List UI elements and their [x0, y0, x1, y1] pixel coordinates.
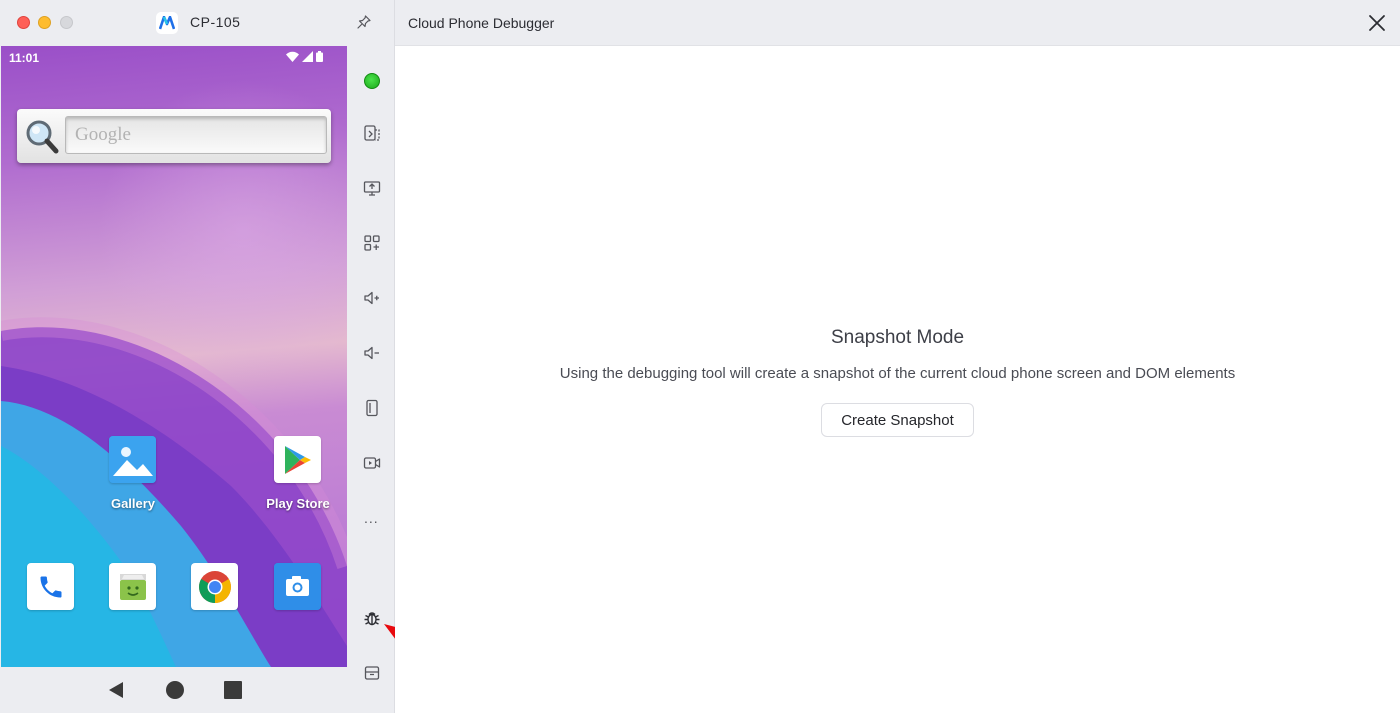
gallery-app-icon[interactable] [109, 436, 156, 483]
phone-titlebar: CP-105 [0, 0, 395, 46]
window-minimize-button[interactable] [38, 16, 51, 29]
cloud-phone-window: CP-105 11:01 Google Gallery Play Store .… [0, 0, 395, 713]
volume-up-icon[interactable] [362, 288, 382, 308]
close-icon[interactable] [1368, 14, 1386, 32]
google-search-widget[interactable]: Google [17, 109, 331, 163]
battery-icon [316, 51, 323, 62]
window-close-button[interactable] [17, 16, 30, 29]
wifi-icon [286, 51, 299, 62]
app-logo-icon [156, 12, 178, 34]
gallery-app-label: Gallery [110, 496, 156, 511]
phone-toolbar [349, 46, 395, 713]
chrome-icon [198, 570, 231, 603]
camera-app-icon[interactable] [274, 563, 321, 610]
window-zoom-button[interactable] [60, 16, 73, 29]
screen-record-icon[interactable] [362, 453, 382, 473]
magnifier-icon [26, 120, 59, 154]
messaging-app-icon[interactable] [109, 563, 156, 610]
device-name: CP-105 [190, 14, 241, 30]
snapshot-mode-description: Using the debugging tool will create a s… [559, 365, 1236, 382]
phone-app-icon[interactable] [27, 563, 74, 610]
snapshot-mode-heading: Snapshot Mode [830, 327, 965, 348]
volume-down-icon[interactable] [362, 343, 382, 363]
nav-home-icon[interactable] [166, 681, 184, 699]
pin-icon[interactable] [356, 14, 372, 30]
rotate-screen-icon[interactable] [362, 398, 382, 418]
phone-icon [40, 576, 61, 597]
apps-grid-icon[interactable] [362, 233, 382, 253]
debug-bug-icon[interactable] [362, 608, 382, 628]
file-transfer-icon[interactable] [362, 123, 382, 143]
cloud-phone-debugger-window: Cloud Phone Debugger Snapshot Mode Using… [395, 0, 1400, 713]
chrome-app-icon[interactable] [191, 563, 238, 610]
debugger-header: Cloud Phone Debugger [395, 0, 1400, 46]
more-options-icon[interactable]: ... [364, 510, 379, 526]
nav-recents-icon[interactable] [224, 681, 242, 699]
play-store-app-label: Play Store [266, 496, 330, 511]
create-snapshot-button[interactable]: Create Snapshot [821, 403, 974, 437]
status-icons [286, 51, 323, 62]
archive-box-icon[interactable] [362, 663, 382, 683]
play-store-icon [284, 445, 311, 474]
camera-icon [274, 563, 321, 610]
nav-back-icon[interactable] [109, 682, 123, 698]
gallery-icon [109, 436, 156, 483]
debugger-title: Cloud Phone Debugger [408, 15, 555, 31]
google-search-input[interactable]: Google [65, 116, 327, 154]
phone-screen[interactable]: 11:01 Google Gallery Play Store [1, 46, 347, 667]
snapshot-empty-state: Snapshot Mode Using the debugging tool w… [395, 46, 1400, 713]
play-store-app-icon[interactable] [274, 436, 321, 483]
upload-screen-icon[interactable] [362, 178, 382, 198]
signal-icon [302, 51, 313, 62]
status-time: 11:01 [9, 51, 40, 65]
messaging-icon [119, 573, 146, 600]
